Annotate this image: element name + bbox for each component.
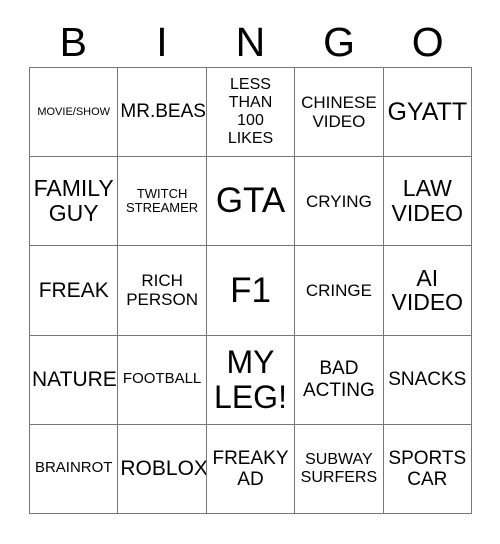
bingo-cell[interactable]: SNACKS	[383, 335, 472, 425]
bingo-cell[interactable]: MR.BEAST	[118, 68, 207, 158]
bingo-header-letter-g: G	[323, 19, 356, 65]
bingo-cell-label: CHINESE VIDEO	[301, 92, 377, 132]
bingo-cell[interactable]: GYATT	[383, 68, 472, 158]
bingo-cell[interactable]: CHINESE VIDEO	[295, 68, 384, 158]
bingo-cell[interactable]: FREAKY AD	[206, 424, 296, 514]
bingo-cell[interactable]: AI VIDEO	[383, 246, 472, 336]
bingo-cell-label: MR.BEAST	[120, 101, 206, 123]
bingo-header-letter-b: B	[59, 19, 87, 65]
bingo-cell-label: SNACKS	[388, 369, 467, 391]
bingo-cell[interactable]: SPORTS CAR	[383, 424, 472, 514]
bingo-cell-label: MY LEG!	[214, 344, 287, 415]
bingo-cell[interactable]: MOVIE/SHOW	[30, 68, 119, 158]
bingo-card: B I N G O MOVIE/SHOW MR.BEAST LESS THAN 10…	[0, 0, 500, 544]
bingo-cell-label: GTA	[215, 181, 286, 221]
bingo-cell[interactable]: BRAINROT	[30, 424, 119, 514]
bingo-cell-label: LESS THAN 100 LIKES	[227, 75, 274, 148]
bingo-cell-label: SPORTS CAR	[388, 447, 467, 490]
bingo-cell[interactable]: SUBWAY SURFERS	[295, 424, 384, 514]
bingo-cell[interactable]: GTA	[206, 157, 296, 247]
bingo-cell-label: TWITCH STREAMER	[125, 185, 199, 216]
bingo-cell[interactable]: RICH PERSON	[118, 246, 207, 336]
bingo-cell-label: CRYING	[305, 191, 372, 211]
bingo-cell[interactable]: CRYING	[295, 157, 384, 247]
bingo-header-letter-i: I	[156, 19, 168, 65]
bingo-cell[interactable]: ROBLOX	[118, 424, 207, 514]
bingo-header-letter-o: O	[411, 19, 444, 65]
bingo-cell[interactable]: MY LEG!	[206, 335, 296, 425]
bingo-cell-label: F1	[230, 270, 271, 310]
bingo-cell-label: RICH PERSON	[126, 271, 198, 310]
bingo-cell[interactable]: LAW VIDEO	[383, 157, 472, 247]
bingo-cell-label: BAD ACTING	[303, 358, 375, 401]
bingo-cell[interactable]: F1	[206, 246, 296, 336]
bingo-cell[interactable]: TWITCH STREAMER	[118, 157, 207, 247]
bingo-cell[interactable]: LESS THAN 100 LIKES	[206, 68, 296, 158]
bingo-cell[interactable]: BAD ACTING	[295, 335, 384, 425]
bingo-cell-label: SUBWAY SURFERS	[300, 450, 378, 486]
bingo-cell[interactable]: FAMILY GUY	[30, 157, 119, 247]
bingo-cell-label: NATURE	[32, 368, 117, 392]
bingo-cell-label: MOVIE/SHOW	[37, 105, 111, 118]
bingo-cell-label: FREAKY AD	[212, 447, 289, 490]
bingo-cell-label: AI VIDEO	[391, 264, 464, 316]
bingo-header-row: B I N G O	[29, 17, 472, 67]
bingo-header-letter-n: N	[235, 19, 266, 65]
bingo-cell-label: CRINGE	[305, 280, 372, 300]
bingo-cell[interactable]: CRINGE	[295, 246, 384, 336]
bingo-cell-label: FREAK	[38, 278, 109, 302]
bingo-cell[interactable]: NATURE	[30, 335, 119, 425]
bingo-cell[interactable]: FREAK	[30, 246, 119, 336]
bingo-cell-label: ROBLOX	[120, 457, 207, 481]
bingo-cell-label: FAMILY GUY	[33, 175, 114, 227]
bingo-cell-label: FOOTBALL	[122, 370, 202, 388]
bingo-cell-label: GYATT	[387, 97, 468, 126]
bingo-cell-label: LAW VIDEO	[391, 175, 464, 227]
bingo-cell[interactable]: FOOTBALL	[118, 335, 207, 425]
bingo-grid: MOVIE/SHOW MR.BEAST LESS THAN 100 LIKES CHI…	[29, 67, 472, 514]
bingo-cell-label: BRAINROT	[34, 459, 113, 477]
